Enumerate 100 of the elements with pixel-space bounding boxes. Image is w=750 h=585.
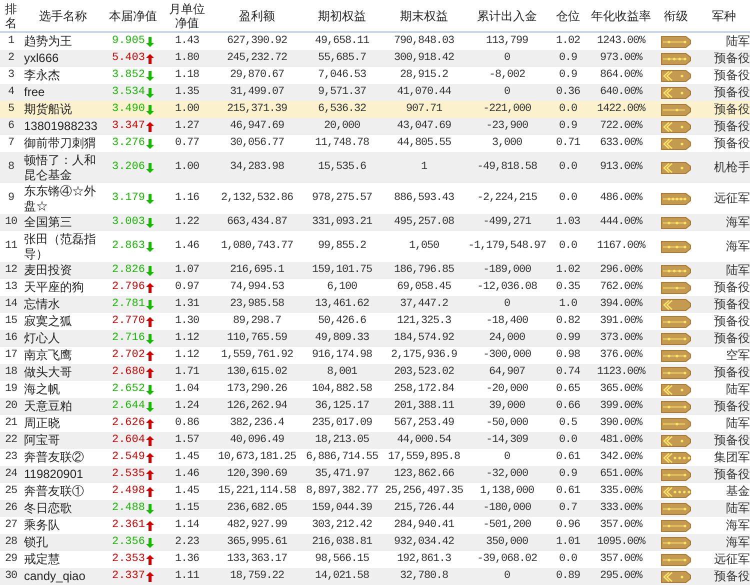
table-cell-text: 357.00% <box>598 518 644 533</box>
table-row[interactable]: 20 天意豆粕 2.644 1.24 126,262.94 36,125.17 201,388.11 39,000 0.66 399.00% 预备役 <box>0 398 750 415</box>
branch-label: 海军 <box>725 215 750 230</box>
table-cell-text: 567,253.49 <box>392 416 455 431</box>
table-row[interactable]: 26 冬日恋歌 2.488 1.15 236,682.05 159,044.39 215,726.44 -180,000 0.7 333.00% 陆军 <box>0 500 750 517</box>
rank-number: 11 <box>4 239 18 254</box>
player-name: 13801988233 <box>23 119 98 134</box>
table-cell-text: 1422.00% <box>596 102 647 117</box>
player-name: 顿悟了：人和昆仑基金 <box>23 152 97 182</box>
table-cell-text: 1.00 <box>174 160 200 175</box>
table-cell-text: 0.99 <box>554 331 581 346</box>
branch-label: 预备役 <box>713 433 750 448</box>
table-row[interactable]: 30 candy_qiao 2.337 1.11 18,759.22 14,021.58 32,780.8 0 0.89 295.00% 预备役 <box>0 568 750 585</box>
table-row[interactable]: 17 南京飞鹰 2.702 1.12 1,559,761.92 916,174.98 2,175,936.9 -300,000 0.98 376.00% 空军 <box>0 347 750 364</box>
table-cell-text: 1,050 <box>408 239 440 254</box>
table-cell-text: 1.45 <box>174 484 200 499</box>
table-row[interactable]: 1 趋势为王 9.905 1.43 627,390.92 49,658.11 790,848.03 113,799 1.02 1243.00% 陆军 <box>0 32 750 50</box>
branch-label: 陆军 <box>725 416 750 431</box>
net-value: 2.826 <box>112 263 145 278</box>
table-cell-text: 633.00% <box>598 136 644 151</box>
table-row[interactable]: 13 天平座的狗 2.796 0.97 74,994.53 6,100 69,058.45 -12,036.08 0.35 762.00% 预备役 <box>0 279 750 296</box>
table-cell-text: 1.07 <box>174 263 200 278</box>
table-row[interactable]: 7 御前带刀刺猬 3.276 0.77 30,056.77 11,748.78 44,805.55 3,000 0.71 633.00% 预备役 <box>0 135 750 152</box>
table-cell-text: 486.00% <box>598 191 644 206</box>
table-row[interactable]: 12 麦田投资 2.826 1.07 216,695.1 159,101.75 186,796.85 -189,000 1.02 296.00% 陆军 <box>0 262 750 279</box>
table-row[interactable]: 19 海之帆 2.652 1.04 173,290.26 104,882.58 258,172.84 -20,000 0.65 365.00% 陆军 <box>0 381 750 398</box>
table-row[interactable]: 15 寂寞之狐 2.770 1.30 89,298.7 50,426.6 121,325.3 -18,400 0.82 391.00% 预备役 <box>0 313 750 330</box>
table-cell-text: 481.00% <box>598 433 644 448</box>
table-row[interactable]: 29 戒定慧 2.353 1.36 133,363.17 98,566.15 192,861.3 -39,068.02 0.0 357.00% 远征军 <box>0 551 750 568</box>
player-name: yxl666 <box>23 51 60 66</box>
branch-label: 预备役 <box>713 467 750 482</box>
player-name: 忘情水 <box>23 297 61 312</box>
branch-label: 预备役 <box>713 85 750 100</box>
player-name: 乘务队 <box>23 518 61 533</box>
table-cell-text: 0.7 <box>558 501 578 516</box>
table-cell-text: -50,000 <box>484 416 529 431</box>
rank-number: 13 <box>4 280 18 295</box>
table-cell-text: 0.97 <box>174 280 200 295</box>
rank-number: 3 <box>6 68 15 83</box>
table-cell-text: 8,897,382.77 <box>304 484 379 499</box>
table-cell-text: 1,138,000 <box>478 484 535 499</box>
table-row[interactable]: 27 乘务队 2.361 1.14 482,927.99 303,212.42 284,940.41 -501,200 0.96 357.00% 海军 <box>0 517 750 534</box>
table-row[interactable]: 28 锁孔 2.356 2.23 365,995.61 216,038.81 932,034.42 350,000 1.01 1095.00% 海军 <box>0 534 750 551</box>
table-cell-text: 0.98 <box>554 348 581 363</box>
table-cell-text: 1.24 <box>174 399 200 414</box>
rank-number: 7 <box>6 136 15 151</box>
table-row[interactable]: 16 灯心人 2.716 1.12 110,765.59 49,809.33 184,574.92 24,000 0.99 373.00% 预备役 <box>0 330 750 347</box>
table-row[interactable]: 25 奔普友联① 2.498 1.45 15,221,114.58 8,897,382.77 25,256,497.35 1,138,000 0.61 335.00% 基金 <box>0 483 750 500</box>
table-row[interactable]: 4 free 3.534 1.35 31,499.07 9,571.37 41,070.44 0 0.36 640.00% 预备役 <box>0 84 750 101</box>
net-value: 2.353 <box>112 552 145 567</box>
table-cell-text: 1.01 <box>554 535 581 550</box>
table-cell-text: 104,882.58 <box>310 382 373 397</box>
table-cell-text: -49,818.58 <box>476 160 538 175</box>
table-cell-text: 1.18 <box>174 68 200 83</box>
table-cell-text: -180,000 <box>482 501 532 516</box>
table-row[interactable]: 10 全国第三 3.003 1.22 663,434.87 331,093.21 495,257.08 -499,271 1.03 444.00% 海军 <box>0 214 750 231</box>
table-cell-text: 7,046.53 <box>316 68 367 83</box>
table-cell-text: 1,080,743.77 <box>220 239 294 254</box>
table-row[interactable]: 14 忘情水 2.781 1.31 23,985.58 13,461.62 37,447.2 0 1.0 394.00% 预备役 <box>0 296 750 313</box>
table-row[interactable]: 6 13801988233 3.347 1.27 46,947.69 20,000 43,047.69 -23,900 0.9 722.00% 预备役 <box>0 118 750 135</box>
table-cell-text: 99,855.2 <box>316 239 367 254</box>
table-cell-text: 10,673,181.25 <box>216 450 297 465</box>
table-cell-text: -499,271 <box>482 215 532 230</box>
net-value: 3.003 <box>112 215 145 230</box>
table-cell-text: -300,000 <box>482 348 532 363</box>
table-cell-text: 1123.00% <box>596 365 647 380</box>
table-row[interactable]: 21 周正晓 2.626 0.86 382,236.4 235,017.09 567,253.49 -50,000 0.5 390.00% 陆军 <box>0 415 750 432</box>
table-cell-text: 394.00% <box>598 297 644 312</box>
branch-label: 预备役 <box>713 569 750 584</box>
table-cell-text: 50,426.6 <box>316 314 367 329</box>
player-name: 期货船说 <box>23 102 73 117</box>
player-name: 灯心人 <box>23 331 61 346</box>
net-value: 2.680 <box>112 365 145 380</box>
player-name: 锁孔 <box>23 535 49 550</box>
table-cell-text: 365.00% <box>598 382 644 397</box>
table-cell-text: 1.02 <box>554 263 581 278</box>
net-value: 2.796 <box>112 280 145 295</box>
net-value: 2.626 <box>112 416 145 431</box>
table-cell-text: 973.00% <box>598 51 644 66</box>
table-cell-text: 0.0 <box>558 433 578 448</box>
rank-number: 22 <box>4 433 18 448</box>
player-name: 天意豆粕 <box>23 399 73 414</box>
table-cell-text: 300,918.42 <box>392 51 455 66</box>
table-row[interactable]: 18 做头大哥 2.680 1.71 130,615.02 8,001 203,523.02 64,907 0.74 1123.00% 预备役 <box>0 364 750 381</box>
table-row[interactable]: 23 奔普友联② 2.549 1.45 10,673,181.25 6,886,714.55 17,559,895.8 0 0.61 342.00% 集团军 <box>0 449 750 466</box>
table-row[interactable]: 5 期货船说 3.490 1.00 215,371.39 6,536.32 907.71 -221,000 0.0 1422.00% 预备役 <box>0 101 750 118</box>
table-cell-text: 0.0 <box>558 102 578 117</box>
table-cell-text: 15,535.6 <box>316 160 367 175</box>
table-cell-text: 28,915.2 <box>398 68 449 83</box>
table-cell-text: 15,221,114.58 <box>216 484 297 499</box>
table-row[interactable]: 22 阿宝哥 2.604 1.57 40,096.49 18,213.05 44,000.54 -14,309 0.0 481.00% 预备役 <box>0 432 750 449</box>
branch-label: 陆军 <box>725 34 750 49</box>
table-cell-text: 0.36 <box>554 85 581 100</box>
table-cell-text: -1,179,548.97 <box>466 239 547 254</box>
player-name: 奔普友联② <box>23 450 85 465</box>
table-row[interactable]: 24 119820901 2.535 1.46 120,390.69 35,471.97 123,862.66 -32,000 0.9 651.00% 预备役 <box>0 466 750 483</box>
table-cell-text: 32,780.8 <box>398 569 449 584</box>
branch-label: 机枪手 <box>713 160 750 175</box>
rank-number: 16 <box>4 331 18 346</box>
table-row[interactable]: 3 李永杰 3.852 1.18 29,870.67 7,046.53 28,915.2 -8,002 0.9 864.00% 预备役 <box>0 67 750 84</box>
